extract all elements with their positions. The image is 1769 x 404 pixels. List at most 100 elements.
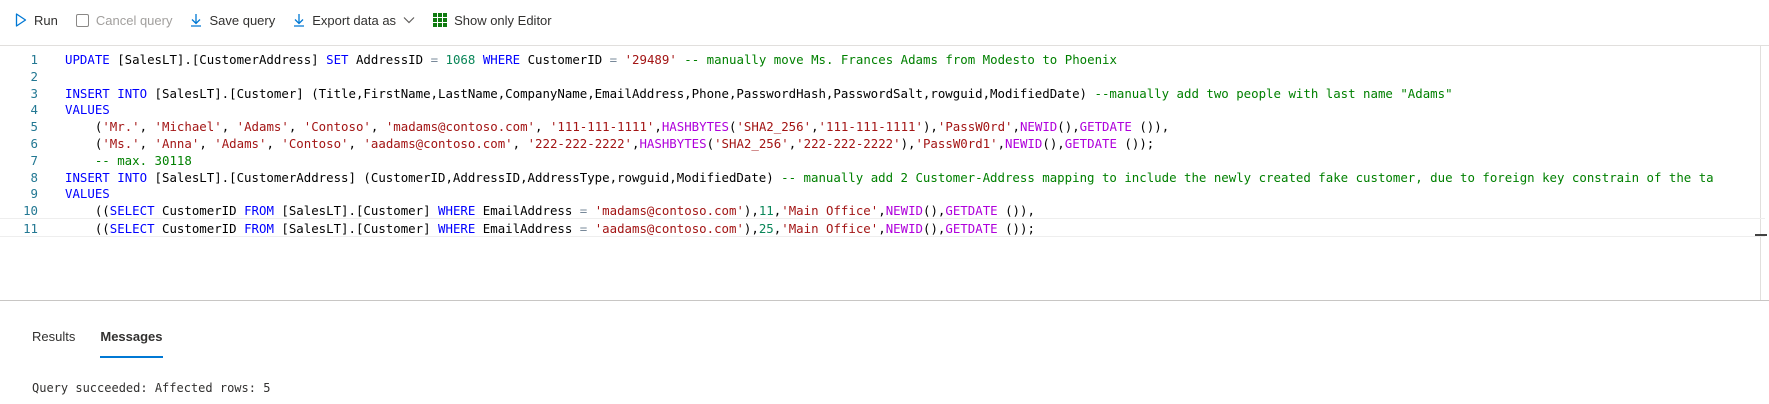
code-token: '222-222-2222' <box>527 136 632 151</box>
code-token: 'madams@contoso.com' <box>594 203 744 219</box>
code-token: 'Anna' <box>154 136 200 151</box>
code-token: CustomerID <box>520 52 610 67</box>
code-token: = <box>430 52 439 67</box>
code-token: CustomerID <box>154 221 245 236</box>
code-token: (), <box>923 203 946 219</box>
code-token: , <box>199 136 215 151</box>
show-only-editor-button[interactable]: Show only Editor <box>433 8 552 32</box>
code-token: (( <box>65 203 110 219</box>
code-token: INTO <box>117 85 148 101</box>
cancel-query-label: Cancel query <box>95 12 173 28</box>
code-token: [SalesLT].[Customer] <box>273 221 439 236</box>
code-token: ( <box>65 136 103 151</box>
export-data-button[interactable]: Export data as <box>293 8 415 32</box>
code-token: GETDATE <box>1064 136 1117 151</box>
code-token: , <box>811 119 819 135</box>
code-token: , <box>997 136 1006 151</box>
code-token: (), <box>1057 119 1080 135</box>
code-token: CustomerID <box>154 203 245 219</box>
code-token: , <box>535 119 550 135</box>
cancel-query-button[interactable]: Cancel query <box>75 8 173 32</box>
code-token: [SalesLT].[Customer] (Title,FirstName,La… <box>147 85 1095 101</box>
code-token: 'Adams' <box>214 136 267 151</box>
code-token: NEWID <box>885 221 923 236</box>
code-token: ()); <box>1116 136 1155 151</box>
code-line[interactable]: 11 ((SELECT CustomerID FROM [SalesLT].[C… <box>0 218 1765 237</box>
code-token: ), <box>743 221 759 236</box>
grid-icon <box>433 13 448 27</box>
code-token: , <box>1012 119 1020 135</box>
code-token: 'SHA2_256' <box>714 136 789 151</box>
code-token: 'Contoso' <box>303 119 371 135</box>
save-query-label: Save query <box>209 12 276 28</box>
code-token: HASHBYTES <box>639 136 707 151</box>
code-token: -- manually add 2 Customer-Address mappi… <box>781 169 1714 185</box>
code-token: '222-222-2222' <box>796 136 901 151</box>
code-token: , <box>221 119 237 135</box>
code-token: 'aadams@contoso.com' <box>363 136 513 151</box>
code-token: (), <box>1042 136 1065 151</box>
results-tabs: Results Messages <box>32 329 188 358</box>
code-token: ( <box>65 119 103 135</box>
code-token: 'Main Office' <box>781 221 879 236</box>
code-token: (), <box>923 221 946 236</box>
toolbar: Run Cancel query Save query Export data … <box>0 0 1769 40</box>
code-token: WHERE <box>438 203 476 219</box>
code-token: 1068 <box>445 52 476 67</box>
code-token: , <box>139 136 155 151</box>
code-token: '29489' <box>624 52 677 67</box>
code-token: FROM <box>244 221 274 236</box>
code-token: -- max. 30118 <box>94 152 192 168</box>
code-token: INTO <box>117 169 148 185</box>
code-token: NEWID <box>885 203 923 219</box>
code-token: SELECT <box>109 221 155 236</box>
code-token: SELECT <box>109 203 155 219</box>
checkbox-icon <box>75 13 89 27</box>
save-query-button[interactable]: Save query <box>190 8 275 32</box>
code-token: ()), <box>997 203 1035 219</box>
code-token: , <box>266 136 282 151</box>
code-token: EmailAddress <box>475 203 580 219</box>
code-token: , <box>512 136 528 151</box>
code-token: AddressID <box>348 52 431 67</box>
query-message: Query succeeded: Affected rows: 5 <box>32 381 271 395</box>
code-token: [SalesLT].[CustomerAddress] <box>109 52 327 67</box>
tab-messages[interactable]: Messages <box>100 329 163 358</box>
code-token: , <box>878 221 886 236</box>
line-number: 11 <box>23 221 38 236</box>
run-button[interactable]: Run <box>15 8 58 32</box>
code-token: , <box>370 119 386 135</box>
query-editor-page: Run Cancel query Save query Export data … <box>0 0 1769 404</box>
play-icon <box>15 13 27 27</box>
code-token: 11 <box>758 203 774 219</box>
code-token: NEWID <box>1019 119 1058 135</box>
download-arrow-icon <box>190 13 202 27</box>
tab-results[interactable]: Results <box>32 329 75 352</box>
code-token: EmailAddress <box>475 221 580 236</box>
code-token: = <box>609 52 618 67</box>
code-token: (( <box>65 221 110 236</box>
code-token: SET <box>326 52 349 67</box>
code-token: 25 <box>758 221 774 236</box>
code-token: , <box>348 136 364 151</box>
code-token: , <box>878 203 886 219</box>
download-arrow-icon <box>293 13 305 27</box>
code-token: , <box>288 119 304 135</box>
code-token: ( <box>706 136 715 151</box>
code-token: ()), <box>1131 119 1170 135</box>
code-token: 'Ms.' <box>102 136 140 151</box>
code-token: 'Main Office' <box>781 203 879 219</box>
code-token: WHERE <box>438 221 476 236</box>
code-token: VALUES <box>65 102 110 118</box>
code-token: 'PassW0rd1' <box>915 136 998 151</box>
code-token: [SalesLT].[Customer] <box>273 203 439 219</box>
code-editor[interactable]: 1 UPDATE [SalesLT].[CustomerAddress] SET … <box>0 45 1769 301</box>
code-token: --manually add two people with last name… <box>1094 85 1453 101</box>
code-token: ), <box>743 203 759 219</box>
code-token: NEWID <box>1005 136 1043 151</box>
code-token: WHERE <box>482 52 521 67</box>
